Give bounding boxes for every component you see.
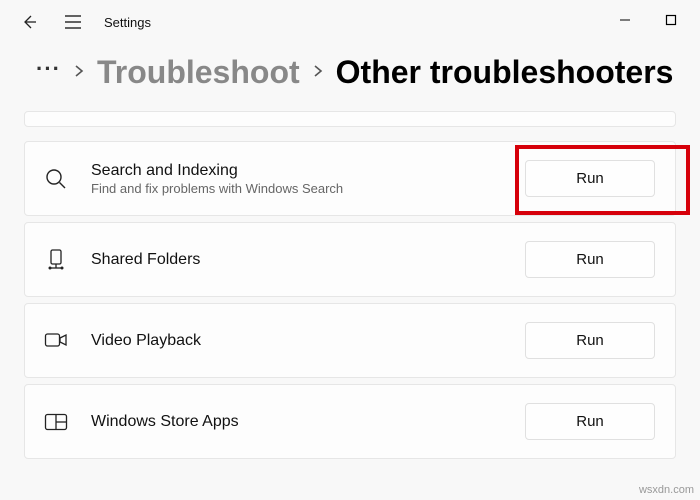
search-icon xyxy=(43,166,69,192)
troubleshooter-card-video-playback: Video Playback Run xyxy=(24,303,676,378)
app-header: Settings xyxy=(0,8,167,44)
card-title: Windows Store Apps xyxy=(91,413,503,431)
breadcrumb-parent[interactable]: Troubleshoot xyxy=(97,54,300,91)
shared-folders-icon xyxy=(43,247,69,273)
troubleshooter-card-shared-folders: Shared Folders Run xyxy=(24,222,676,297)
chevron-right-icon xyxy=(73,61,85,84)
minimize-button[interactable] xyxy=(602,4,648,36)
breadcrumb: ··· Troubleshoot Other troubleshooters xyxy=(0,40,700,111)
troubleshooter-list: Search and Indexing Find and fix problem… xyxy=(0,111,700,459)
store-icon xyxy=(43,409,69,435)
app-title: Settings xyxy=(104,15,151,30)
hamburger-menu-button[interactable] xyxy=(60,9,86,35)
run-button[interactable]: Run xyxy=(525,241,655,278)
troubleshooter-card-windows-store-apps: Windows Store Apps Run xyxy=(24,384,676,459)
card-title: Video Playback xyxy=(91,332,503,350)
chevron-right-icon xyxy=(312,61,324,84)
card-description: Find and fix problems with Windows Searc… xyxy=(91,181,503,196)
video-icon xyxy=(43,328,69,354)
run-button[interactable]: Run xyxy=(525,322,655,359)
card-partial xyxy=(24,111,676,127)
run-button[interactable]: Run xyxy=(525,160,655,197)
breadcrumb-ellipsis[interactable]: ··· xyxy=(36,56,61,90)
watermark: wsxdn.com xyxy=(639,484,694,496)
breadcrumb-current: Other troubleshooters xyxy=(336,54,674,91)
back-button[interactable] xyxy=(16,9,42,35)
run-button[interactable]: Run xyxy=(525,403,655,440)
maximize-button[interactable] xyxy=(648,4,694,36)
troubleshooter-card-search-indexing: Search and Indexing Find and fix problem… xyxy=(24,141,676,216)
card-title: Shared Folders xyxy=(91,251,503,269)
card-title: Search and Indexing xyxy=(91,162,503,180)
